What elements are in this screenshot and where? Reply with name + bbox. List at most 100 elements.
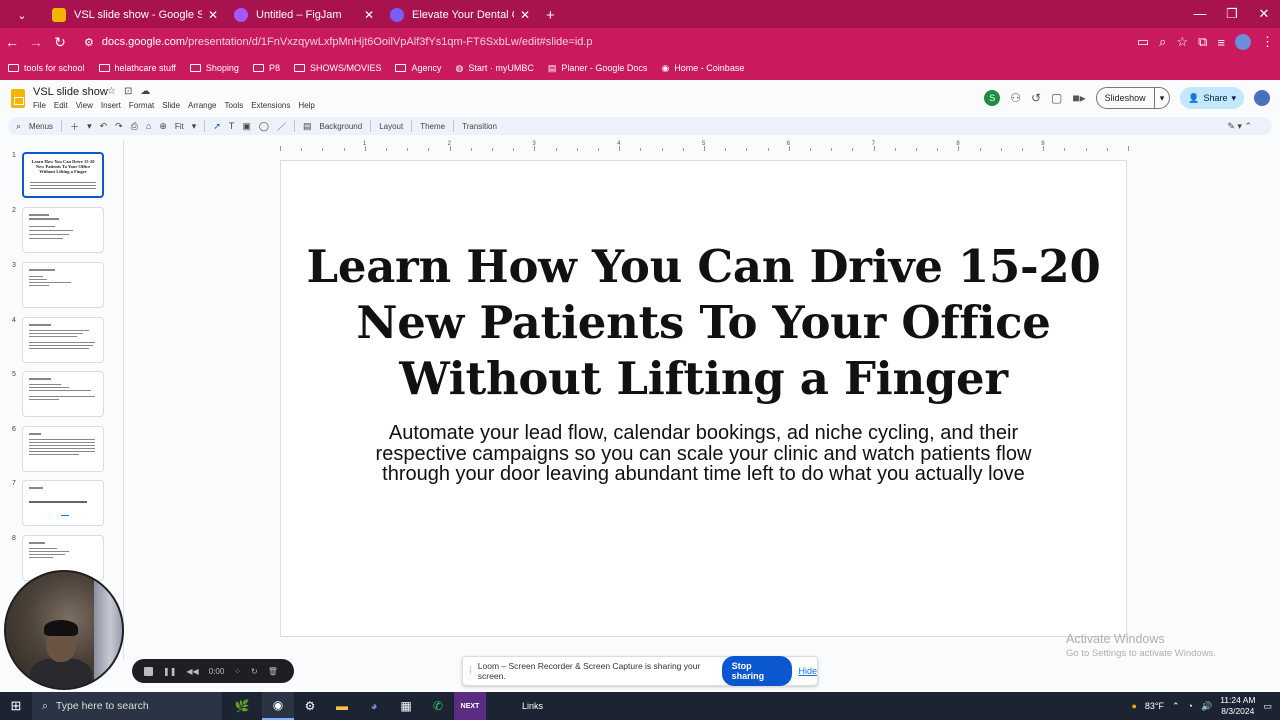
- menu-extensions[interactable]: Extensions: [251, 101, 290, 110]
- image-icon[interactable]: ▣: [242, 121, 251, 132]
- rewind-icon[interactable]: ◀◀: [186, 667, 198, 676]
- more-icon[interactable]: ⋮: [1261, 34, 1274, 50]
- close-icon[interactable]: ✕: [520, 8, 530, 22]
- trash-icon[interactable]: 🗑: [268, 667, 278, 676]
- move-folder-icon[interactable]: ⊡: [124, 86, 132, 97]
- network-icon[interactable]: ◔: [1188, 701, 1193, 711]
- chevron-down-icon[interactable]: ▾: [192, 121, 197, 132]
- bookmark-item[interactable]: helathcare stuff: [98, 63, 176, 73]
- activity-icon[interactable]: ⚇: [1010, 91, 1021, 105]
- comment-add-icon[interactable]: ▤: [303, 121, 312, 132]
- menu-tools[interactable]: Tools: [225, 101, 244, 110]
- background-button[interactable]: Background: [319, 122, 362, 131]
- menu-view[interactable]: View: [76, 101, 93, 110]
- menu-file[interactable]: File: [33, 101, 46, 110]
- close-icon[interactable]: ✕: [364, 8, 374, 22]
- cloud-icon[interactable]: ☁: [140, 86, 150, 97]
- slides-logo-icon[interactable]: [11, 89, 25, 108]
- loom-webcam-bubble[interactable]: [4, 570, 124, 690]
- redo-icon[interactable]: ↷: [115, 121, 123, 132]
- thumbnail-preview[interactable]: [22, 262, 104, 308]
- profile-avatar[interactable]: [1235, 34, 1251, 50]
- new-slide-icon[interactable]: ＋: [70, 120, 79, 133]
- extensions-icon[interactable]: ⧉: [1198, 34, 1207, 50]
- links-toolbar[interactable]: Links: [522, 701, 543, 711]
- windows-start-icon[interactable]: ⊞: [0, 698, 32, 714]
- settings-icon[interactable]: ⚙: [294, 692, 326, 720]
- media-icon[interactable]: ≡: [1217, 35, 1225, 50]
- thumbnail-preview[interactable]: [22, 426, 104, 472]
- undo-icon[interactable]: ↶: [100, 121, 108, 132]
- whatsapp-icon[interactable]: ✆: [422, 692, 454, 720]
- pause-icon[interactable]: ❚❚: [163, 667, 176, 676]
- slideshow-button[interactable]: Slideshow ▾: [1095, 87, 1171, 109]
- camera-icon[interactable]: ▭: [1137, 34, 1149, 50]
- draw-icon[interactable]: ⁘: [234, 667, 241, 676]
- close-icon[interactable]: ✕: [208, 8, 218, 22]
- file-explorer-icon[interactable]: ▬: [326, 692, 358, 720]
- tab-active[interactable]: VSL slide show - Google Sli ✕: [44, 2, 226, 28]
- restart-icon[interactable]: ↻: [251, 667, 258, 676]
- zoom-icon[interactable]: ⊕: [159, 121, 167, 132]
- tab-elevate[interactable]: Elevate Your Dental Clinic Mark ✕: [382, 2, 538, 28]
- bookmark-item[interactable]: SHOWS/MOVIES: [293, 63, 381, 73]
- vm-icon[interactable]: ▦: [390, 692, 422, 720]
- select-icon[interactable]: ➚: [213, 121, 221, 132]
- bookmark-item[interactable]: Agency: [395, 63, 442, 73]
- chrome-icon[interactable]: ◉: [262, 692, 294, 720]
- transition-button[interactable]: Transition: [462, 122, 497, 131]
- minimize-icon[interactable]: —: [1184, 0, 1216, 28]
- paint-format-icon[interactable]: ⌂: [146, 121, 151, 131]
- weather-icon[interactable]: ●: [1131, 701, 1136, 711]
- tab-search-button[interactable]: ⌄: [0, 2, 44, 28]
- document-title[interactable]: VSL slide show: [33, 86, 108, 98]
- volume-icon[interactable]: 🔊: [1201, 701, 1212, 712]
- reload-icon[interactable]: ↻: [48, 34, 72, 51]
- shape-icon[interactable]: ◯: [259, 121, 269, 132]
- zoom-select[interactable]: Fit: [175, 122, 184, 131]
- search-icon[interactable]: ⌕: [16, 121, 21, 132]
- line-icon[interactable]: ／: [277, 120, 286, 133]
- weather-temp[interactable]: 83°F: [1145, 701, 1164, 711]
- forward-icon[interactable]: →: [24, 34, 48, 50]
- account-avatar[interactable]: [1254, 90, 1270, 106]
- restore-icon[interactable]: ❐: [1216, 0, 1248, 28]
- collaborator-avatar[interactable]: S: [984, 90, 1001, 106]
- star-icon[interactable]: ☆: [1176, 34, 1188, 50]
- video-call-icon[interactable]: ■▸: [1072, 91, 1085, 105]
- menu-insert[interactable]: Insert: [101, 101, 121, 110]
- pen-icon[interactable]: ✎ ▾ ⌃: [1227, 121, 1252, 132]
- share-button[interactable]: 👤 Share ▾: [1180, 87, 1244, 109]
- chevron-down-icon[interactable]: ▾: [87, 121, 92, 132]
- slide-subtitle[interactable]: Automate your lead flow, calendar bookin…: [321, 423, 1086, 485]
- chevron-down-icon[interactable]: ▾: [1153, 88, 1170, 108]
- site-info-icon[interactable]: ⚙: [84, 36, 94, 49]
- layout-button[interactable]: Layout: [379, 122, 403, 131]
- menu-format[interactable]: Format: [129, 101, 154, 110]
- text-box-icon[interactable]: T: [229, 121, 235, 131]
- thumbnail-preview[interactable]: [22, 371, 104, 417]
- tab-figjam[interactable]: Untitled – FigJam ✕: [226, 2, 382, 28]
- thumbnail-preview[interactable]: Learn How You Can Drive 15-20 New Patien…: [22, 152, 104, 198]
- comment-icon[interactable]: ▢: [1051, 91, 1062, 105]
- slide-title[interactable]: Learn How You Can Drive 15-20 New Patien…: [281, 239, 1126, 407]
- stop-sharing-button[interactable]: Stop sharing: [721, 656, 793, 686]
- menu-help[interactable]: Help: [298, 101, 314, 110]
- clock[interactable]: 11:24 AM 8/3/2024: [1220, 695, 1255, 717]
- thumbnail-preview[interactable]: [22, 207, 104, 253]
- taskbar-search[interactable]: ⌕ Type here to search: [32, 692, 222, 720]
- next-app-icon[interactable]: NEXT: [454, 692, 486, 720]
- drag-handle-icon[interactable]: ⁞: [469, 666, 472, 677]
- back-icon[interactable]: ←: [0, 34, 24, 50]
- history-icon[interactable]: ↺: [1031, 91, 1041, 105]
- thumbnail-preview[interactable]: [22, 317, 104, 363]
- menu-slide[interactable]: Slide: [162, 101, 180, 110]
- address-bar[interactable]: ⚙ docs.google.com /presentation/d/1FnVxz…: [84, 36, 593, 49]
- bookmark-item[interactable]: ▤ Planer - Google Docs: [548, 63, 648, 74]
- bookmark-item[interactable]: Shoping: [189, 63, 239, 73]
- zoom-icon[interactable]: ⌕: [1159, 34, 1166, 50]
- bookmark-item[interactable]: ◉ Home - Coinbase: [661, 63, 744, 74]
- print-icon[interactable]: ⎙: [131, 121, 138, 132]
- tray-chevron-icon[interactable]: ⌃: [1172, 701, 1180, 712]
- menus-search[interactable]: Menus: [29, 122, 53, 131]
